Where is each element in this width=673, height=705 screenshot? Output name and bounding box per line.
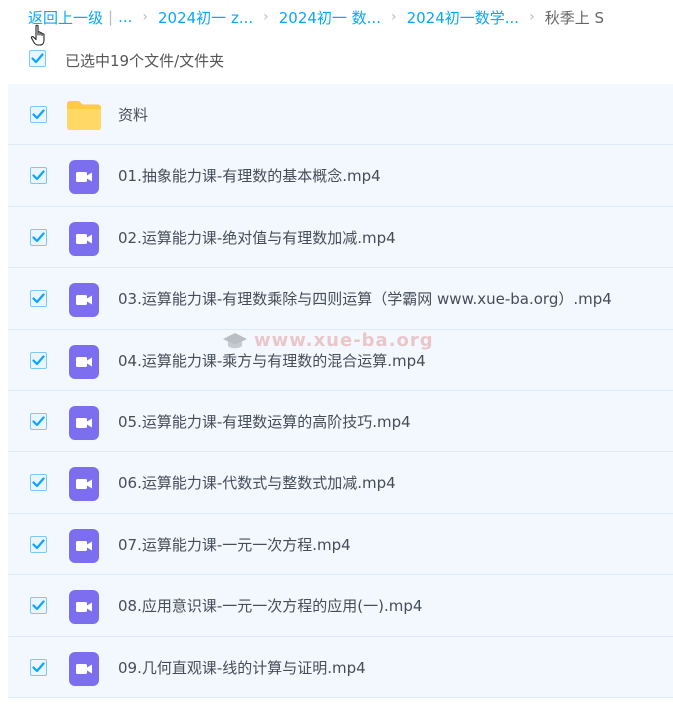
video-file-icon bbox=[69, 344, 99, 383]
file-list: 资料 01.抽象能力课-有理数的基本概念.mp4 02.运算能力课-绝对值与有理数加… bbox=[8, 84, 673, 698]
video-file-icon bbox=[69, 651, 99, 686]
selection-bar: 已选中19个文件/文件夹 bbox=[0, 44, 673, 76]
selection-count-label: 已选中19个文件/文件夹 bbox=[65, 52, 225, 70]
file-row[interactable]: 03.运算能力课-有理数乘除与四则运算（学霸网 www.xue-ba.org）.… bbox=[8, 268, 673, 330]
check-icon bbox=[32, 170, 45, 181]
check-icon bbox=[32, 232, 45, 242]
video-file-icon bbox=[69, 467, 99, 505]
file-row[interactable]: 08.应用意识课-一元一次方程的应用(一).mp4 bbox=[8, 575, 673, 637]
breadcrumb-item-2[interactable]: 2024初一 数... bbox=[279, 7, 381, 28]
file-name[interactable]: 09.几何直观课-线的计算与证明.mp4 bbox=[118, 657, 366, 678]
check-icon bbox=[32, 416, 45, 427]
breadcrumb: 返回上一级 | ... › 2024初一 z... › 2024初一 数... … bbox=[0, 0, 673, 34]
video-file-icon bbox=[69, 344, 99, 379]
file-name[interactable]: 08.应用意识课-一元一次方程的应用(一).mp4 bbox=[118, 595, 422, 616]
file-row[interactable]: 02.运算能力课-绝对值与有理数加减.mp4 bbox=[8, 206, 673, 269]
breadcrumb-item-3[interactable]: 2024初一数学... bbox=[407, 7, 519, 28]
video-file-icon bbox=[69, 528, 99, 563]
check-icon bbox=[32, 661, 45, 672]
file-name[interactable]: 04.运算能力课-乘方与有理数的混合运算.mp4 bbox=[118, 350, 426, 371]
file-row[interactable]: 04.运算能力课-乘方与有理数的混合运算.mp4 bbox=[8, 329, 673, 391]
video-file-icon bbox=[69, 590, 99, 625]
video-file-icon bbox=[69, 651, 99, 690]
file-name[interactable]: 06.运算能力课-代数式与整数式加减.mp4 bbox=[118, 472, 396, 493]
file-name[interactable]: 07.运算能力课-一元一次方程.mp4 bbox=[118, 534, 351, 555]
file-row[interactable]: 01.抽象能力课-有理数的基本概念.mp4 bbox=[8, 145, 673, 207]
check-icon bbox=[32, 109, 45, 120]
video-file-icon bbox=[69, 283, 99, 321]
row-checkbox[interactable] bbox=[30, 658, 47, 676]
chevron-right-icon: › bbox=[263, 9, 269, 25]
file-name[interactable]: 02.运算能力课-绝对值与有理数加减.mp4 bbox=[118, 227, 396, 248]
breadcrumb-separator: | bbox=[108, 8, 114, 26]
video-file-icon bbox=[69, 283, 99, 318]
video-file-icon bbox=[69, 467, 99, 502]
video-file-icon bbox=[69, 160, 99, 195]
hand-cursor-icon bbox=[30, 24, 45, 46]
chevron-right-icon: › bbox=[390, 9, 397, 25]
folder-row[interactable]: 资料 bbox=[8, 84, 673, 146]
row-checkbox[interactable] bbox=[30, 290, 47, 308]
breadcrumb-ellipsis[interactable]: ... bbox=[118, 8, 132, 26]
file-name[interactable]: 03.运算能力课-有理数乘除与四则运算（学霸网 www.xue-ba.org）.… bbox=[118, 288, 612, 309]
check-icon bbox=[32, 354, 45, 365]
file-name[interactable]: 资料 bbox=[118, 104, 148, 125]
video-file-icon bbox=[69, 160, 99, 198]
video-file-icon bbox=[69, 221, 99, 260]
breadcrumb-current: 秋季上 S bbox=[544, 8, 604, 27]
check-icon bbox=[32, 539, 45, 549]
breadcrumb-item-1[interactable]: 2024初一 z... bbox=[158, 7, 253, 28]
row-checkbox[interactable] bbox=[30, 474, 47, 492]
row-checkbox[interactable] bbox=[30, 228, 47, 246]
video-file-icon bbox=[69, 221, 99, 256]
file-row[interactable]: 09.几何直观课-线的计算与证明.mp4 bbox=[8, 636, 673, 698]
file-row[interactable]: 05.运算能力课-有理数运算的高阶技巧.mp4 bbox=[8, 390, 673, 453]
row-checkbox[interactable] bbox=[30, 351, 47, 369]
check-icon bbox=[31, 53, 44, 64]
file-row[interactable]: 06.运算能力课-代数式与整数式加减.mp4 bbox=[8, 452, 673, 514]
check-icon bbox=[32, 477, 45, 488]
check-icon bbox=[32, 600, 45, 611]
select-all-checkbox[interactable] bbox=[29, 50, 46, 67]
row-checkbox[interactable] bbox=[30, 412, 47, 430]
video-file-icon bbox=[69, 405, 99, 444]
folder-icon bbox=[67, 101, 101, 130]
row-checkbox[interactable] bbox=[30, 106, 47, 123]
folder-icon bbox=[66, 100, 102, 135]
row-checkbox[interactable] bbox=[30, 535, 47, 553]
video-file-icon bbox=[69, 405, 99, 440]
chevron-right-icon: › bbox=[142, 9, 148, 25]
check-icon bbox=[32, 293, 45, 304]
file-row[interactable]: 07.运算能力课-一元一次方程.mp4 bbox=[8, 513, 673, 576]
video-file-icon bbox=[69, 590, 99, 628]
chevron-right-icon: › bbox=[529, 9, 535, 25]
file-name[interactable]: 05.运算能力课-有理数运算的高阶技巧.mp4 bbox=[118, 411, 411, 432]
video-file-icon bbox=[69, 528, 99, 567]
row-checkbox[interactable] bbox=[30, 597, 47, 615]
row-checkbox[interactable] bbox=[30, 167, 47, 185]
file-name[interactable]: 01.抽象能力课-有理数的基本概念.mp4 bbox=[118, 165, 381, 186]
